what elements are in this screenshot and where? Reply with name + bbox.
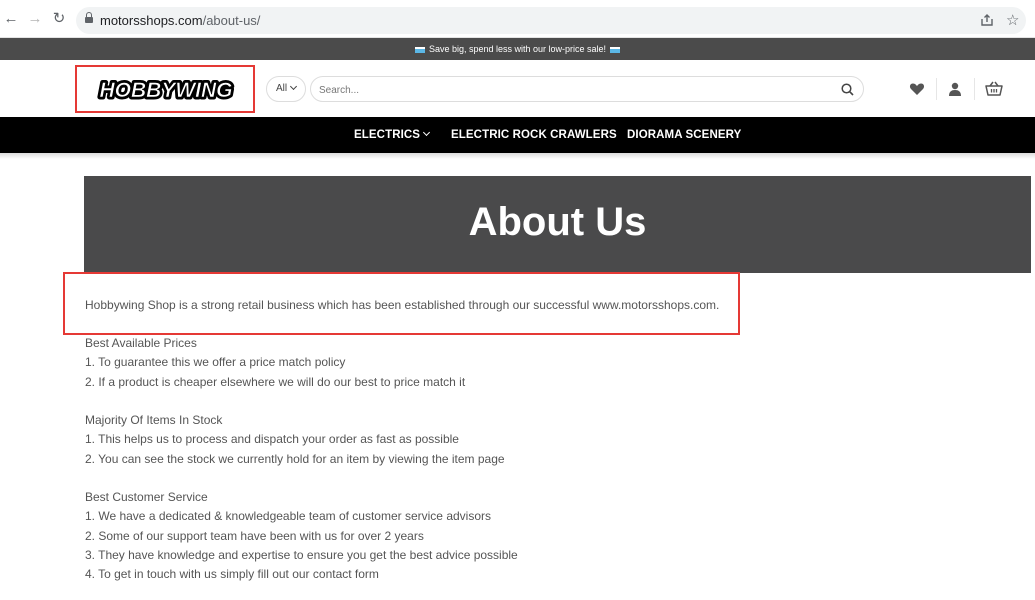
nav-item-label: ELECTRIC ROCK CRAWLERS (451, 129, 617, 141)
section-heading: Best Customer Service (85, 490, 208, 504)
header-divider (974, 78, 975, 100)
list-item: 2. Some of our support team have been wi… (85, 528, 424, 543)
list-item: 2. If a product is cheaper elsewhere we … (85, 374, 466, 389)
category-select-label: All (276, 83, 288, 94)
promo-text: Save big, spend less with our low-price … (428, 44, 607, 54)
url-path: /about-us/ (202, 13, 261, 28)
search-box[interactable] (310, 76, 864, 102)
list-item: 1. To guarantee this we offer a price ma… (85, 355, 346, 370)
site-header: HOBBYWING HOBBYWING All (0, 60, 1035, 117)
section-items-in-stock: Majority Of Items In Stock 1. This helps… (85, 411, 505, 469)
section-best-prices: Best Available Prices 1. To guarantee th… (85, 334, 465, 392)
search-input[interactable] (319, 82, 819, 98)
flag-icon (610, 46, 621, 53)
promo-banner: Save big, spend less with our low-price … (0, 38, 1035, 60)
nav-item-label: ELECTRICS (354, 129, 421, 141)
chevron-down-icon (290, 82, 298, 91)
logo-text: HOBBYWING (100, 79, 233, 102)
main-navigation: ELECTRICS ELECTRIC ROCK CRAWLERS DIORAMA… (0, 117, 1035, 153)
url-text[interactable]: motorsshops.com/about-us/ (100, 13, 260, 28)
bookmark-star-icon[interactable]: ☆ (1006, 11, 1019, 29)
list-item: 2. You can see the stock we currently ho… (85, 451, 505, 466)
nav-item-diorama-scenery[interactable]: DIORAMA SCENERY (627, 117, 741, 153)
list-item: 3. They have knowledge and expertise to … (85, 547, 518, 562)
section-customer-service: Best Customer Service 1. We have a dedic… (85, 488, 518, 584)
search-icon[interactable] (841, 83, 854, 96)
page-title: About Us (468, 200, 647, 244)
flag-icon (414, 46, 425, 53)
list-item: 1. We have a dedicated & knowledgeable t… (85, 509, 491, 524)
list-item: 4. To get in touch with us simply fill o… (85, 567, 379, 582)
section-heading: Best Available Prices (85, 336, 197, 350)
wishlist-heart-icon[interactable] (909, 81, 925, 97)
back-arrow-icon[interactable]: ← (2, 10, 20, 28)
page-hero-banner: About Us (84, 176, 1031, 273)
chevron-down-icon (423, 128, 431, 137)
nav-item-electrics[interactable]: ELECTRICS (354, 117, 431, 153)
reload-icon[interactable]: ↻ (50, 10, 68, 28)
site-logo[interactable]: HOBBYWING HOBBYWING (87, 77, 245, 105)
nav-shadow (0, 153, 1035, 159)
share-icon[interactable] (980, 13, 995, 28)
forward-arrow-icon[interactable]: → (26, 10, 44, 28)
cart-basket-icon[interactable] (985, 81, 1003, 97)
address-bar[interactable]: motorsshops.com/about-us/ ☆ (76, 7, 1026, 34)
url-domain: motorsshops.com (100, 13, 203, 28)
logo-highlight-box: HOBBYWING HOBBYWING (75, 65, 255, 113)
header-divider (936, 78, 937, 100)
section-heading: Majority Of Items In Stock (85, 413, 223, 427)
intro-paragraph: Hobbywing Shop is a strong retail busine… (85, 298, 720, 312)
lock-icon[interactable] (85, 12, 93, 25)
account-user-icon[interactable] (947, 81, 963, 97)
category-select[interactable]: All (266, 76, 306, 102)
browser-toolbar: ← → ↻ motorsshops.com/about-us/ ☆ (0, 0, 1035, 38)
nav-item-label: DIORAMA SCENERY (627, 129, 742, 141)
list-item: 1. This helps us to process and dispatch… (85, 432, 459, 447)
nav-item-electric-rock-crawlers[interactable]: ELECTRIC ROCK CRAWLERS (451, 117, 617, 153)
